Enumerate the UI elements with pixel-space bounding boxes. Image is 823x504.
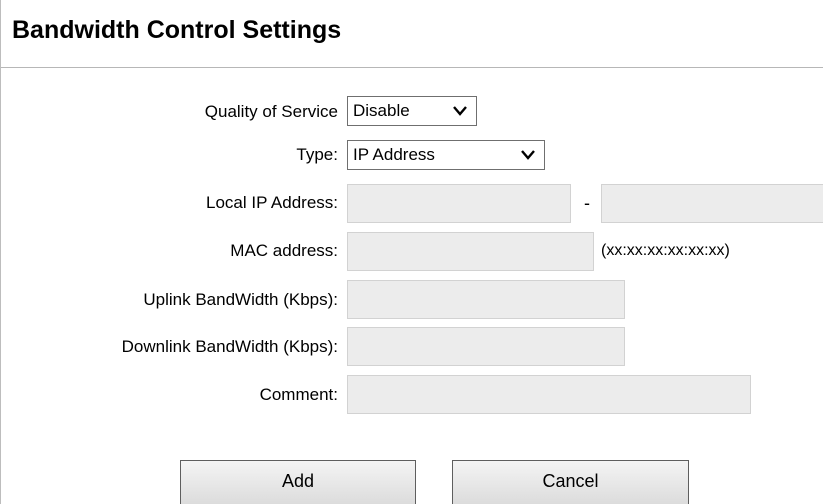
qos-label: Quality of Service [204, 102, 338, 121]
page-header: Bandwidth Control Settings [1, 0, 823, 68]
downlink-bandwidth-label: Downlink BandWidth (Kbps): [121, 337, 338, 356]
qos-select[interactable]: Disable [347, 96, 477, 126]
cancel-button[interactable]: Cancel [452, 460, 689, 504]
local-ip-start-input[interactable] [347, 184, 571, 223]
comment-label: Comment: [259, 385, 338, 404]
type-label: Type: [296, 145, 338, 164]
ip-range-separator: - [584, 193, 590, 213]
mac-format-hint: (xx:xx:xx:xx:xx:xx) [601, 242, 730, 259]
chevron-down-icon [453, 106, 467, 116]
type-select[interactable]: IP Address [347, 140, 545, 170]
type-select-value: IP Address [353, 145, 435, 164]
page-title: Bandwidth Control Settings [12, 16, 342, 44]
uplink-bandwidth-input[interactable] [347, 280, 625, 319]
add-button[interactable]: Add [180, 460, 416, 504]
qos-select-value: Disable [353, 101, 410, 120]
mac-address-label: MAC address: [230, 241, 338, 260]
mac-address-input[interactable] [347, 232, 594, 271]
uplink-bandwidth-label: Uplink BandWidth (Kbps): [143, 290, 338, 309]
bandwidth-control-panel: Bandwidth Control Settings Quality of Se… [0, 0, 823, 504]
downlink-bandwidth-input[interactable] [347, 327, 625, 366]
comment-input[interactable] [347, 375, 751, 414]
local-ip-label: Local IP Address: [206, 193, 338, 212]
chevron-down-icon [521, 150, 535, 160]
local-ip-end-input[interactable] [601, 184, 823, 223]
